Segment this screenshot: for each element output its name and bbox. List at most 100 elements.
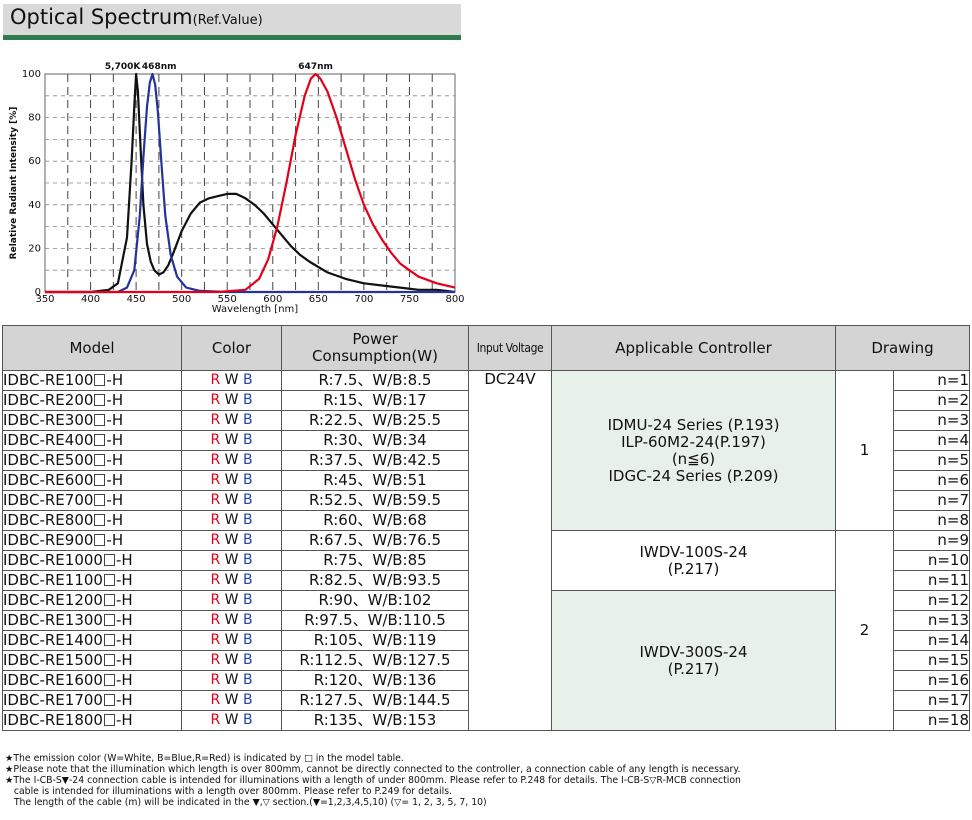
drawing-cell: 1 <box>835 370 894 531</box>
model-cell: IDBC-RE900 -H <box>2 530 182 551</box>
color-placeholder-box <box>103 594 115 606</box>
color-placeholder-box <box>103 714 115 726</box>
peak-annotation: 5,700K <box>105 62 141 72</box>
header-model: Model <box>2 325 182 371</box>
color-cell: R W B <box>181 550 282 571</box>
x-tick-label: 400 <box>81 294 100 305</box>
color-placeholder-box <box>103 694 115 706</box>
model-cell: IDBC-RE1500 -H <box>2 650 182 671</box>
x-tick-label: 700 <box>354 294 373 305</box>
table-header-row: Model Color Power Consumption(W) Input Vo… <box>2 325 970 371</box>
model-cell: IDBC-RE600 -H <box>2 470 182 491</box>
n-cell: n=3 <box>893 410 970 431</box>
color-cell: R W B <box>181 470 282 491</box>
color-placeholder-box <box>94 414 106 426</box>
header-color: Color <box>181 325 282 371</box>
model-cell: IDBC-RE1200 -H <box>2 590 182 611</box>
power-cell: R:82.5、W/B:93.5 <box>281 570 469 591</box>
header-power: Power Consumption(W) <box>281 325 469 371</box>
n-cell: n=13 <box>893 610 970 631</box>
n-cell: n=8 <box>893 510 970 531</box>
color-cell: R W B <box>181 370 282 391</box>
peak-annotation: 647nm <box>298 62 333 72</box>
footnote: The length of the cable (m) will be indi… <box>5 797 487 808</box>
color-cell: R W B <box>181 690 282 711</box>
color-placeholder-box <box>94 434 106 446</box>
n-cell: n=9 <box>893 530 970 551</box>
model-cell: IDBC-RE1600 -H <box>2 670 182 691</box>
color-cell: R W B <box>181 710 282 731</box>
power-cell: R:67.5、W/B:76.5 <box>281 530 469 551</box>
n-cell: n=14 <box>893 630 970 651</box>
color-placeholder-box <box>94 394 106 406</box>
color-placeholder-box <box>103 614 115 626</box>
y-tick-label: 40 <box>28 200 41 211</box>
color-cell: R W B <box>181 410 282 431</box>
header-input-voltage: Input Voltage <box>468 325 552 371</box>
x-tick-label: 500 <box>172 294 191 305</box>
model-cell: IDBC-RE1000 -H <box>2 550 182 571</box>
n-cell: n=6 <box>893 470 970 491</box>
power-cell: R:60、W/B:68 <box>281 510 469 531</box>
color-placeholder-box <box>94 454 106 466</box>
header-drawing: Drawing <box>835 325 970 371</box>
model-table: Model Color Power Consumption(W) Input Vo… <box>2 325 970 731</box>
color-cell: R W B <box>181 650 282 671</box>
n-cell: n=4 <box>893 430 970 451</box>
footnote: cable is intended for illuminations with… <box>5 786 453 797</box>
power-cell: R:45、W/B:51 <box>281 470 469 491</box>
controller-cell: IWDV-300S-24 (P.217) <box>551 590 836 731</box>
model-cell: IDBC-RE300 -H <box>2 410 182 431</box>
model-cell: IDBC-RE100 -H <box>2 370 182 391</box>
y-tick-label: 60 <box>28 156 41 167</box>
n-cell: n=10 <box>893 550 970 571</box>
power-cell: R:75、W/B:85 <box>281 550 469 571</box>
color-cell: R W B <box>181 530 282 551</box>
x-tick-label: 800 <box>445 294 464 305</box>
color-cell: R W B <box>181 670 282 691</box>
model-cell: IDBC-RE1400 -H <box>2 630 182 651</box>
drawing-cell: 2 <box>835 530 894 731</box>
model-cell: IDBC-RE700 -H <box>2 490 182 511</box>
color-placeholder-box <box>103 634 115 646</box>
model-cell: IDBC-RE500 -H <box>2 450 182 471</box>
color-placeholder-box <box>103 554 115 566</box>
header-controller: Applicable Controller <box>551 325 836 371</box>
color-placeholder-box <box>94 474 106 486</box>
model-cell: IDBC-RE200 -H <box>2 390 182 411</box>
color-cell: R W B <box>181 490 282 511</box>
y-tick-label: 100 <box>22 69 41 80</box>
n-cell: n=7 <box>893 490 970 511</box>
power-cell: R:7.5、W/B:8.5 <box>281 370 469 391</box>
model-cell: IDBC-RE1300 -H <box>2 610 182 631</box>
power-cell: R:127.5、W/B:144.5 <box>281 690 469 711</box>
model-cell: IDBC-RE1100 -H <box>2 570 182 591</box>
power-cell: R:37.5、W/B:42.5 <box>281 450 469 471</box>
n-cell: n=1 <box>893 370 970 391</box>
power-cell: R:30、W/B:34 <box>281 430 469 451</box>
y-tick-label: 20 <box>28 243 41 254</box>
y-tick-label: 80 <box>28 113 41 124</box>
x-tick-label: 650 <box>309 294 328 305</box>
footnote: ★Please note that the illumination which… <box>5 764 741 775</box>
x-tick-label: 750 <box>400 294 419 305</box>
n-cell: n=16 <box>893 670 970 691</box>
x-axis-label: Wavelength [nm] <box>212 304 298 315</box>
color-placeholder-box <box>94 494 106 506</box>
y-axis-label: Relative Radiant Intensity [%] <box>9 107 19 260</box>
color-cell: R W B <box>181 430 282 451</box>
power-cell: R:112.5、W/B:127.5 <box>281 650 469 671</box>
n-cell: n=2 <box>893 390 970 411</box>
color-placeholder-box <box>103 574 115 586</box>
power-cell: R:105、W/B:119 <box>281 630 469 651</box>
color-placeholder-box <box>94 374 106 386</box>
power-cell: R:135、W/B:153 <box>281 710 469 731</box>
color-cell: R W B <box>181 390 282 411</box>
color-cell: R W B <box>181 510 282 531</box>
input-voltage-cell: DC24V <box>468 370 552 731</box>
power-cell: R:90、W/B:102 <box>281 590 469 611</box>
power-cell: R:97.5、W/B:110.5 <box>281 610 469 631</box>
controller-cell: IDMU-24 Series (P.193) ILP-60M2-24(P.197)… <box>551 370 836 531</box>
model-cell: IDBC-RE1700 -H <box>2 690 182 711</box>
color-placeholder-box <box>94 534 106 546</box>
